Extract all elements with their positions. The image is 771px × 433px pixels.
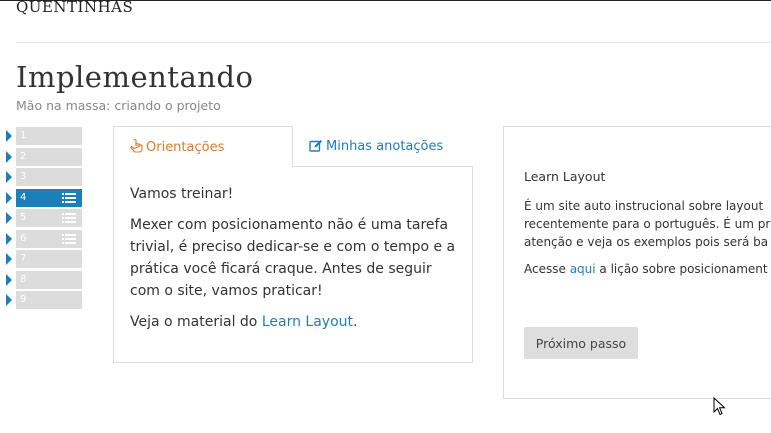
tab-minhas-anotacoes[interactable]: Minhas anotações <box>293 126 473 167</box>
learn-line-2: recentemente para o português. É um pr <box>524 217 771 231</box>
access-suffix: a lição sobre posicionament <box>595 262 768 276</box>
step-number: 8 <box>20 273 27 285</box>
step-item-7[interactable]: 7 <box>4 250 82 268</box>
step-item-9[interactable]: 9 <box>4 291 82 309</box>
step-number: 7 <box>20 253 27 264</box>
next-step-button[interactable]: Próximo passo <box>524 327 638 359</box>
step-item-6[interactable]: 6 <box>4 229 82 248</box>
arrow-right-icon <box>6 130 12 142</box>
step-number: 5 <box>20 212 27 223</box>
access-prefix: Acesse <box>524 262 570 276</box>
material-prefix: Veja o material do <box>130 314 262 330</box>
step-item-3[interactable]: 3 <box>4 168 82 186</box>
arrow-right-icon <box>6 150 12 163</box>
step-item-8[interactable]: 8 <box>4 270 82 289</box>
material-line: Veja o material do Learn Layout. <box>130 311 456 333</box>
step-number: 3 <box>20 171 27 182</box>
arrow-right-icon <box>6 232 12 245</box>
list-icon <box>62 233 76 244</box>
step-number: 4 <box>20 191 27 203</box>
content-heading: Vamos treinar! <box>130 186 234 202</box>
pointing-hand-icon <box>130 138 143 153</box>
page-title: Implementando <box>16 60 254 94</box>
tab-orientacoes[interactable]: Orientações <box>113 126 293 167</box>
arrow-right-icon <box>6 171 12 183</box>
step-item-1[interactable]: 1 <box>4 127 82 145</box>
arrow-right-icon <box>6 253 12 265</box>
aqui-link[interactable]: aqui <box>570 262 596 276</box>
arrow-right-icon <box>6 212 12 224</box>
step-item-4[interactable]: 4 <box>4 188 82 207</box>
header-divider <box>16 42 771 43</box>
brand-logo[interactable]: QUENTINHAS <box>16 0 133 16</box>
list-icon <box>62 192 76 203</box>
access-line: Acesse aqui a lição sobre posicionament <box>524 260 771 278</box>
learn-line-1: É um site auto instrucional sobre layout <box>524 199 764 213</box>
tab-label: Orientações <box>146 140 225 155</box>
learn-description: É um site auto instrucional sobre layout… <box>524 197 771 251</box>
step-item-2[interactable]: 2 <box>4 147 82 166</box>
orientation-panel: Orientações Minhas anotações Vamos trein… <box>113 126 473 363</box>
arrow-right-icon <box>6 273 12 286</box>
step-item-5[interactable]: 5 <box>4 209 82 227</box>
material-suffix: . <box>353 314 358 330</box>
step-number: 9 <box>20 294 27 305</box>
learn-layout-link[interactable]: Learn Layout <box>262 314 353 330</box>
mouse-cursor-icon <box>713 397 726 416</box>
arrow-right-icon <box>6 294 12 306</box>
content-body: Mexer com posicionamento não é uma taref… <box>130 217 456 299</box>
learn-line-3: atenção e veja os exemplos pois será ba <box>524 235 769 249</box>
arrow-right-icon <box>6 191 12 204</box>
step-number: 1 <box>20 130 27 141</box>
learn-title: Learn Layout <box>524 169 606 184</box>
step-number: 6 <box>20 232 27 244</box>
tab-content: Vamos treinar! Mexer com posicionamento … <box>113 166 473 363</box>
tab-label: Minhas anotações <box>326 139 444 154</box>
edit-icon <box>309 140 322 152</box>
learn-layout-panel: Learn Layout É um site auto instrucional… <box>503 126 771 399</box>
step-number: 2 <box>20 150 27 162</box>
step-list: 1 2 3 4 5 6 7 8 9 <box>4 127 82 312</box>
page-subtitle: Mão na massa: criando o projeto <box>16 98 221 113</box>
list-icon <box>62 213 76 223</box>
